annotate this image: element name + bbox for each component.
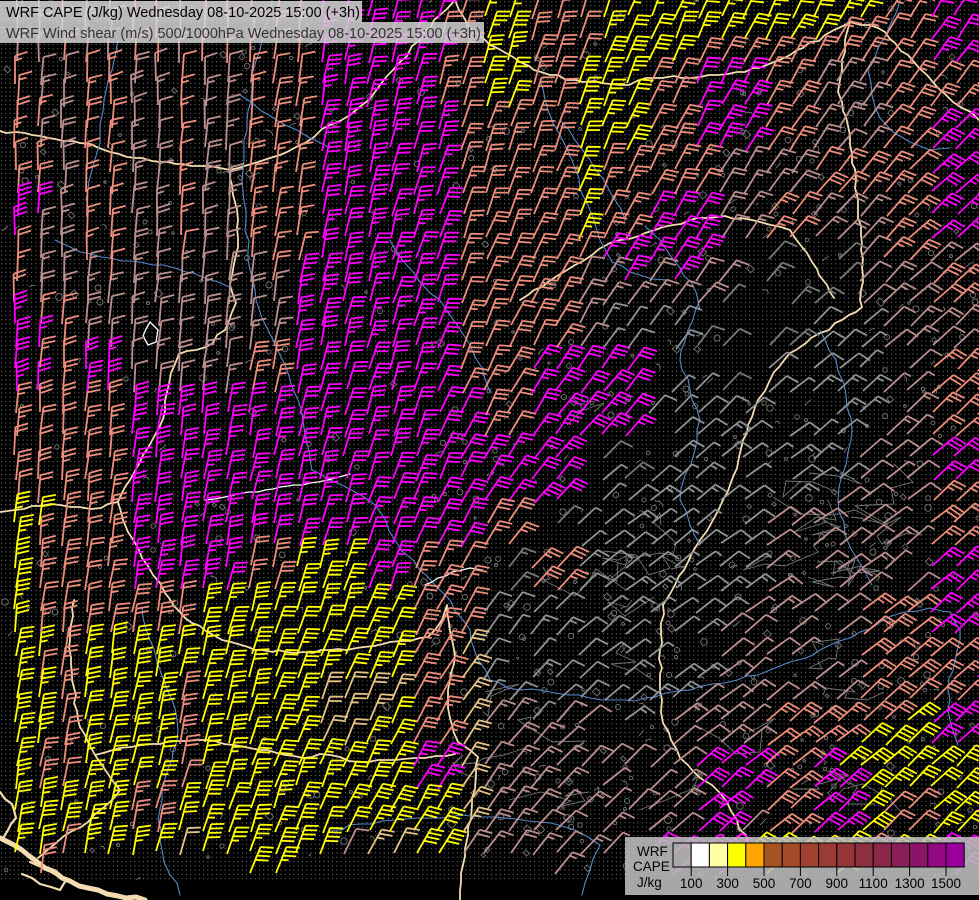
svg-text:CAPE: CAPE xyxy=(633,859,670,874)
svg-text:1500: 1500 xyxy=(931,876,961,891)
svg-text:700: 700 xyxy=(789,876,812,891)
svg-text:900: 900 xyxy=(826,876,849,891)
svg-text:100: 100 xyxy=(680,876,703,891)
svg-text:1100: 1100 xyxy=(859,876,888,891)
svg-text:1300: 1300 xyxy=(895,876,925,891)
svg-text:WRF: WRF xyxy=(637,844,668,859)
svg-text:500: 500 xyxy=(753,876,776,891)
svg-text:WRF CAPE (J/kg) Wednesday 08-1: WRF CAPE (J/kg) Wednesday 08-10-2025 15:… xyxy=(6,5,360,21)
svg-text:J/kg: J/kg xyxy=(637,875,662,890)
svg-text:300: 300 xyxy=(716,876,739,891)
svg-text:WRF Wind shear (m/s) 500/1000h: WRF Wind shear (m/s) 500/1000hPa Wednesd… xyxy=(6,26,481,42)
